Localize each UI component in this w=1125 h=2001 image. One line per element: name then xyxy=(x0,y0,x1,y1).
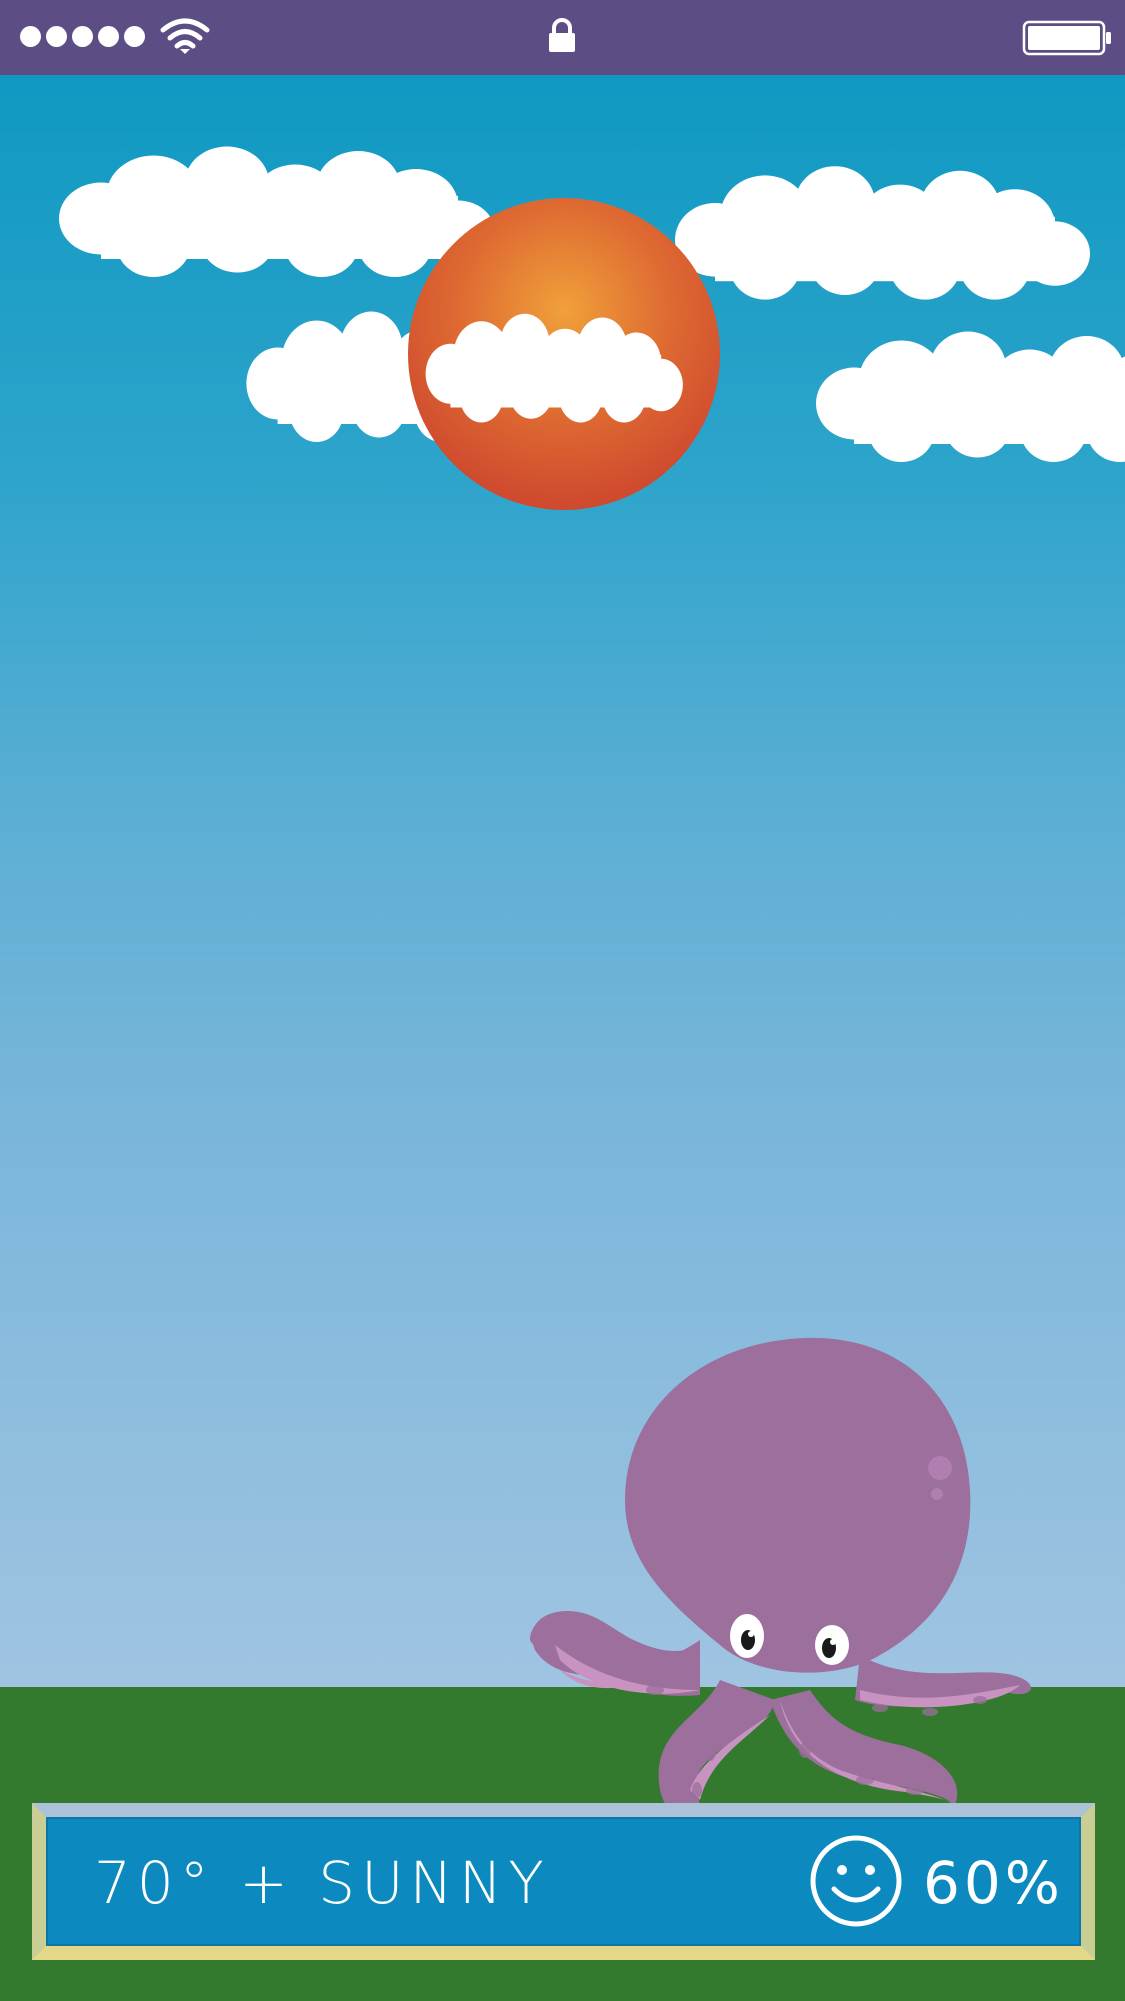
cloud-icon xyxy=(675,166,1090,300)
cloud-icon xyxy=(59,146,495,277)
mood-percentage: 60% xyxy=(923,1849,1064,1917)
cloud-icon xyxy=(816,331,1125,462)
octopus-character xyxy=(530,1337,1031,1830)
weather-scene xyxy=(59,146,1125,1830)
weather-summary: 70° + SUNNY xyxy=(94,1849,550,1917)
info-bar-panel: 70° + SUNNY 60% xyxy=(46,1817,1081,1946)
smiley-icon xyxy=(810,1835,902,1927)
weather-info-bar: 70° + SUNNY 60% xyxy=(32,1803,1095,1960)
